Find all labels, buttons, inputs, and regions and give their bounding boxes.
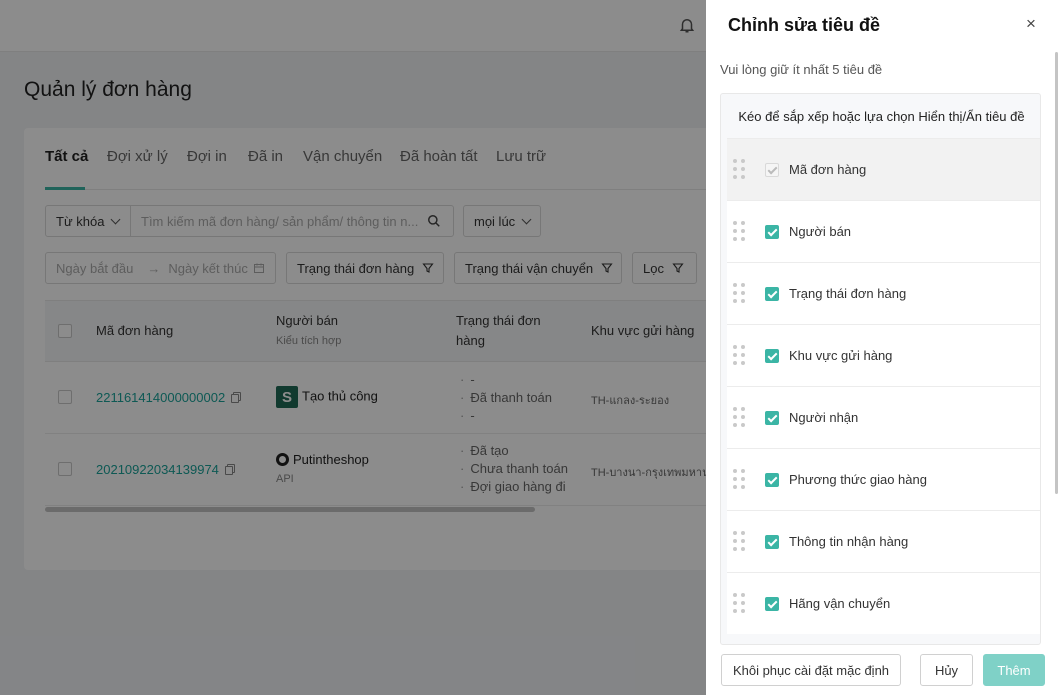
drag-handle-icon[interactable] <box>733 469 747 491</box>
column-checkbox[interactable] <box>765 473 779 487</box>
column-label: Phương thức giao hàng <box>789 472 927 487</box>
drag-handle-icon[interactable] <box>733 407 747 429</box>
drag-handle-icon[interactable] <box>733 531 747 553</box>
close-icon[interactable]: × <box>1024 15 1038 32</box>
drawer-title: Chỉnh sửa tiêu đề <box>728 15 881 35</box>
column-checkbox[interactable] <box>765 535 779 549</box>
drawer-footer: Khôi phục cài đặt mặc định Hủy Thêm <box>706 645 1059 695</box>
column-label: Trạng thái đơn hàng <box>789 286 907 301</box>
column-item[interactable]: Hãng vận chuyển <box>727 572 1040 634</box>
drag-handle-icon[interactable] <box>733 159 747 181</box>
columns-panel: Kéo để sắp xếp hoặc lựa chọn Hiển thị/Ẩn… <box>720 93 1041 645</box>
column-label: Người nhận <box>789 410 859 425</box>
column-item[interactable]: Phương thức giao hàng <box>727 448 1040 510</box>
column-checkbox[interactable] <box>765 287 779 301</box>
column-item[interactable]: Trạng thái đơn hàng <box>727 262 1040 324</box>
vertical-scrollbar[interactable] <box>1055 52 1058 494</box>
column-checkbox <box>765 163 779 177</box>
column-label: Khu vực gửi hàng <box>789 348 893 363</box>
column-item[interactable]: Mã đơn hàng <box>727 138 1040 200</box>
reset-default-button[interactable]: Khôi phục cài đặt mặc định <box>721 654 901 686</box>
column-label: Người bán <box>789 224 852 239</box>
column-checkbox[interactable] <box>765 225 779 239</box>
drag-handle-icon[interactable] <box>733 345 747 367</box>
cancel-button[interactable]: Hủy <box>920 654 973 686</box>
column-label: Thông tin nhận hàng <box>789 534 909 549</box>
edit-columns-drawer: Chỉnh sửa tiêu đề × Vui lòng giữ ít nhất… <box>706 0 1059 695</box>
add-button[interactable]: Thêm <box>983 654 1045 686</box>
column-item[interactable]: Người nhận <box>727 386 1040 448</box>
drag-handle-icon[interactable] <box>733 221 747 243</box>
column-checkbox[interactable] <box>765 411 779 425</box>
column-item[interactable]: Khu vực gửi hàng <box>727 324 1040 386</box>
column-checkbox[interactable] <box>765 597 779 611</box>
column-label: Mã đơn hàng <box>789 162 867 177</box>
column-checkbox[interactable] <box>765 349 779 363</box>
drawer-hint: Vui lòng giữ ít nhất 5 tiêu đề <box>720 62 883 77</box>
panel-instruction: Kéo để sắp xếp hoặc lựa chọn Hiển thị/Ẩn… <box>738 108 1025 124</box>
drag-handle-icon[interactable] <box>733 283 747 305</box>
column-label: Hãng vận chuyển <box>789 596 891 611</box>
drag-handle-icon[interactable] <box>733 593 747 615</box>
column-item[interactable]: Người bán <box>727 200 1040 262</box>
column-item[interactable]: Thông tin nhận hàng <box>727 510 1040 572</box>
